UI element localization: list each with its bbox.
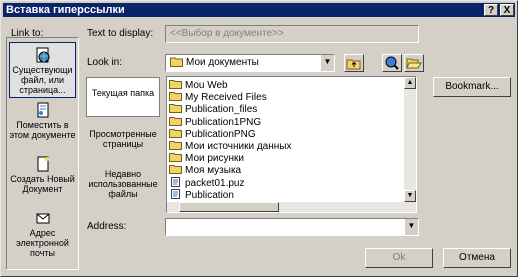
up-one-folder-button[interactable] — [344, 54, 364, 72]
file-icon — [171, 176, 180, 187]
file-name: Mou Web — [185, 80, 228, 91]
file-list-item[interactable]: Мои рисунки — [169, 152, 244, 164]
horizontal-scroll-thumb[interactable] — [179, 202, 279, 212]
close-button[interactable]: X — [500, 4, 514, 16]
insert-hyperlink-dialog: Вставка гиперссылки ? X Link to: Существ… — [0, 0, 518, 277]
places-bar: Текущая папка Просмотренные страницы Нед… — [86, 77, 164, 213]
file-list-item[interactable]: packet01.puz — [169, 176, 245, 189]
recent-files-button[interactable]: Недавно использованные файлы — [86, 169, 160, 209]
title-bar: Вставка гиперссылки ? X — [3, 3, 515, 17]
look-in-dropdown-arrow[interactable]: ▼ — [320, 55, 334, 71]
file-name: Мои рисунки — [185, 153, 244, 165]
file-list-horizontal-scrollbar[interactable] — [167, 202, 404, 212]
file-name: Publication1PNG — [185, 116, 262, 128]
link-new-document-label: Создать Новый Документ — [10, 174, 75, 194]
file-name: Publication_files — [185, 104, 258, 116]
open-folder-icon — [406, 58, 422, 69]
file-list-item[interactable]: Mou Web — [169, 79, 228, 91]
folder-icon — [169, 165, 182, 175]
new-document-icon — [37, 156, 49, 172]
current-folder-button[interactable]: Текущая папка — [86, 77, 160, 117]
folder-icon — [169, 128, 182, 138]
help-button[interactable]: ? — [484, 4, 498, 16]
search-web-icon — [385, 56, 399, 70]
browsed-pages-button[interactable]: Просмотренные страницы — [86, 129, 160, 159]
folder-icon — [170, 57, 183, 67]
scroll-up-arrow[interactable]: ▲ — [404, 77, 416, 89]
address-label: Address: — [87, 221, 127, 232]
document-anchor-icon — [37, 102, 48, 118]
text-to-display-field[interactable]: <<Выбор в документе>> — [165, 25, 419, 43]
folder-icon — [169, 92, 182, 102]
browse-file-button[interactable] — [404, 54, 424, 72]
file-list[interactable]: Mou Web My Received Files Publication_file… — [166, 76, 417, 213]
link-email-button[interactable]: Адрес электронной почты — [9, 210, 76, 266]
file-name: Publication — [185, 189, 234, 201]
link-to-panel: Существующи файл, или страница... Помест… — [6, 37, 79, 270]
look-in-dropdown[interactable]: Мои документы ▼ — [165, 54, 335, 72]
file-name: Мои источники данных — [185, 141, 292, 152]
file-name: Моя музыка — [185, 165, 242, 177]
file-icon — [171, 188, 180, 199]
look-in-label: Look in: — [87, 57, 123, 68]
folder-icon — [169, 116, 182, 126]
link-existing-file-label: Существующи файл, или страница... — [12, 65, 73, 95]
link-place-in-document-button[interactable]: Поместить в этом документе — [9, 102, 76, 146]
folder-icon — [169, 80, 182, 89]
file-name: PublicationPNG — [185, 128, 256, 140]
file-list-item[interactable]: Publication_files — [169, 103, 257, 115]
file-list-item[interactable]: Моя музыка — [169, 164, 241, 176]
look-in-value: Мои документы — [186, 57, 259, 68]
globe-page-icon — [36, 47, 49, 63]
link-place-in-document-label: Поместить в этом документе — [9, 120, 76, 140]
browse-web-button[interactable] — [382, 54, 402, 72]
folder-icon — [169, 104, 182, 114]
link-email-label: Адрес электронной почты — [16, 228, 69, 258]
email-icon — [36, 213, 49, 224]
address-dropdown-arrow[interactable]: ▼ — [404, 219, 418, 235]
file-list-item[interactable]: Publication1PNG — [169, 116, 261, 128]
file-list-item[interactable]: Мои источники данных — [169, 140, 291, 152]
link-existing-file-button[interactable]: Существующи файл, или страница... — [9, 42, 76, 98]
file-name: packet01.puz — [185, 177, 245, 189]
bookmark-button[interactable]: Bookmark... — [433, 77, 511, 97]
folder-icon — [169, 141, 182, 150]
cancel-button[interactable]: Отмена — [443, 248, 511, 268]
file-list-item[interactable]: PublicationPNG — [169, 128, 256, 140]
scroll-down-arrow[interactable]: ▼ — [404, 190, 416, 202]
address-input[interactable]: ▼ — [165, 218, 419, 236]
ok-button[interactable]: Ok — [365, 248, 433, 268]
link-new-document-button[interactable]: Создать Новый Документ — [9, 156, 76, 200]
file-list-item[interactable]: Publication — [169, 188, 234, 201]
up-folder-icon — [346, 59, 361, 70]
file-list-vertical-scrollbar[interactable]: ▲ ▼ — [404, 77, 416, 212]
dialog-title: Вставка гиперссылки — [6, 4, 125, 16]
folder-icon — [169, 153, 182, 163]
file-list-item[interactable]: My Received Files — [169, 91, 267, 103]
file-name: My Received Files — [185, 92, 267, 104]
text-to-display-label: Text to display: — [87, 28, 154, 39]
